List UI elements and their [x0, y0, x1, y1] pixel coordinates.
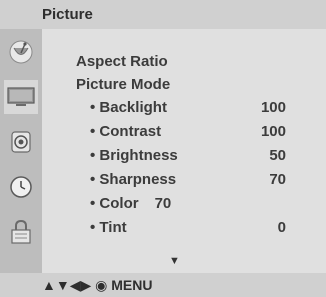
category-sidebar [0, 29, 42, 273]
menu-header: Picture [0, 0, 326, 29]
settings-panel: Aspect Ratio Picture Mode • Backlight 10… [42, 29, 326, 273]
menu-item-label: • Contrast [90, 123, 162, 140]
menu-item-value: 100 [260, 123, 286, 140]
tv-screen-icon[interactable] [4, 80, 38, 114]
menu-item-value: 100 [260, 99, 286, 116]
menu-item-contrast[interactable]: • Contrast 100 [42, 123, 326, 147]
menu-item-tint[interactable]: • Tint 0 [42, 219, 326, 243]
menu-item-aspect-ratio[interactable]: Aspect Ratio [42, 53, 326, 77]
menu-title: Picture [42, 6, 93, 23]
menu-footer: ▲▼◀▶ ◉ MENU [0, 273, 326, 297]
picture-osd-menu: Picture Aspect Ratio Picture Mode • Back… [0, 0, 326, 297]
menu-item-value: 0 [277, 219, 286, 236]
menu-item-label: • Brightness [90, 147, 178, 164]
menu-item-value: 70 [154, 195, 172, 212]
menu-item-color[interactable]: • Color 70 [42, 195, 326, 219]
scroll-down-indicator[interactable]: ▼ [169, 255, 180, 267]
menu-item-label: • Color [90, 195, 139, 212]
menu-item-value: 50 [269, 147, 286, 164]
menu-item-sharpness[interactable]: • Sharpness 70 [42, 171, 326, 195]
clock-icon[interactable] [4, 170, 38, 204]
navigation-hint: ▲▼◀▶ ◉ MENU [42, 277, 153, 293]
menu-item-label: Picture Mode [76, 76, 171, 93]
menu-item-backlight[interactable]: • Backlight 100 [42, 99, 326, 123]
menu-item-label: • Backlight [90, 99, 167, 116]
menu-item-color-line: • Color 70 [90, 195, 171, 212]
menu-item-picture-mode[interactable]: Picture Mode [42, 76, 326, 100]
lock-icon[interactable] [4, 215, 38, 249]
menu-item-brightness[interactable]: • Brightness 50 [42, 147, 326, 171]
speaker-icon[interactable] [4, 125, 38, 159]
menu-item-label: • Sharpness [90, 171, 177, 188]
menu-item-label: Aspect Ratio [76, 53, 168, 70]
satellite-dish-icon[interactable] [4, 35, 38, 69]
menu-item-label: • Tint [90, 219, 127, 236]
menu-item-value: 70 [269, 171, 286, 188]
